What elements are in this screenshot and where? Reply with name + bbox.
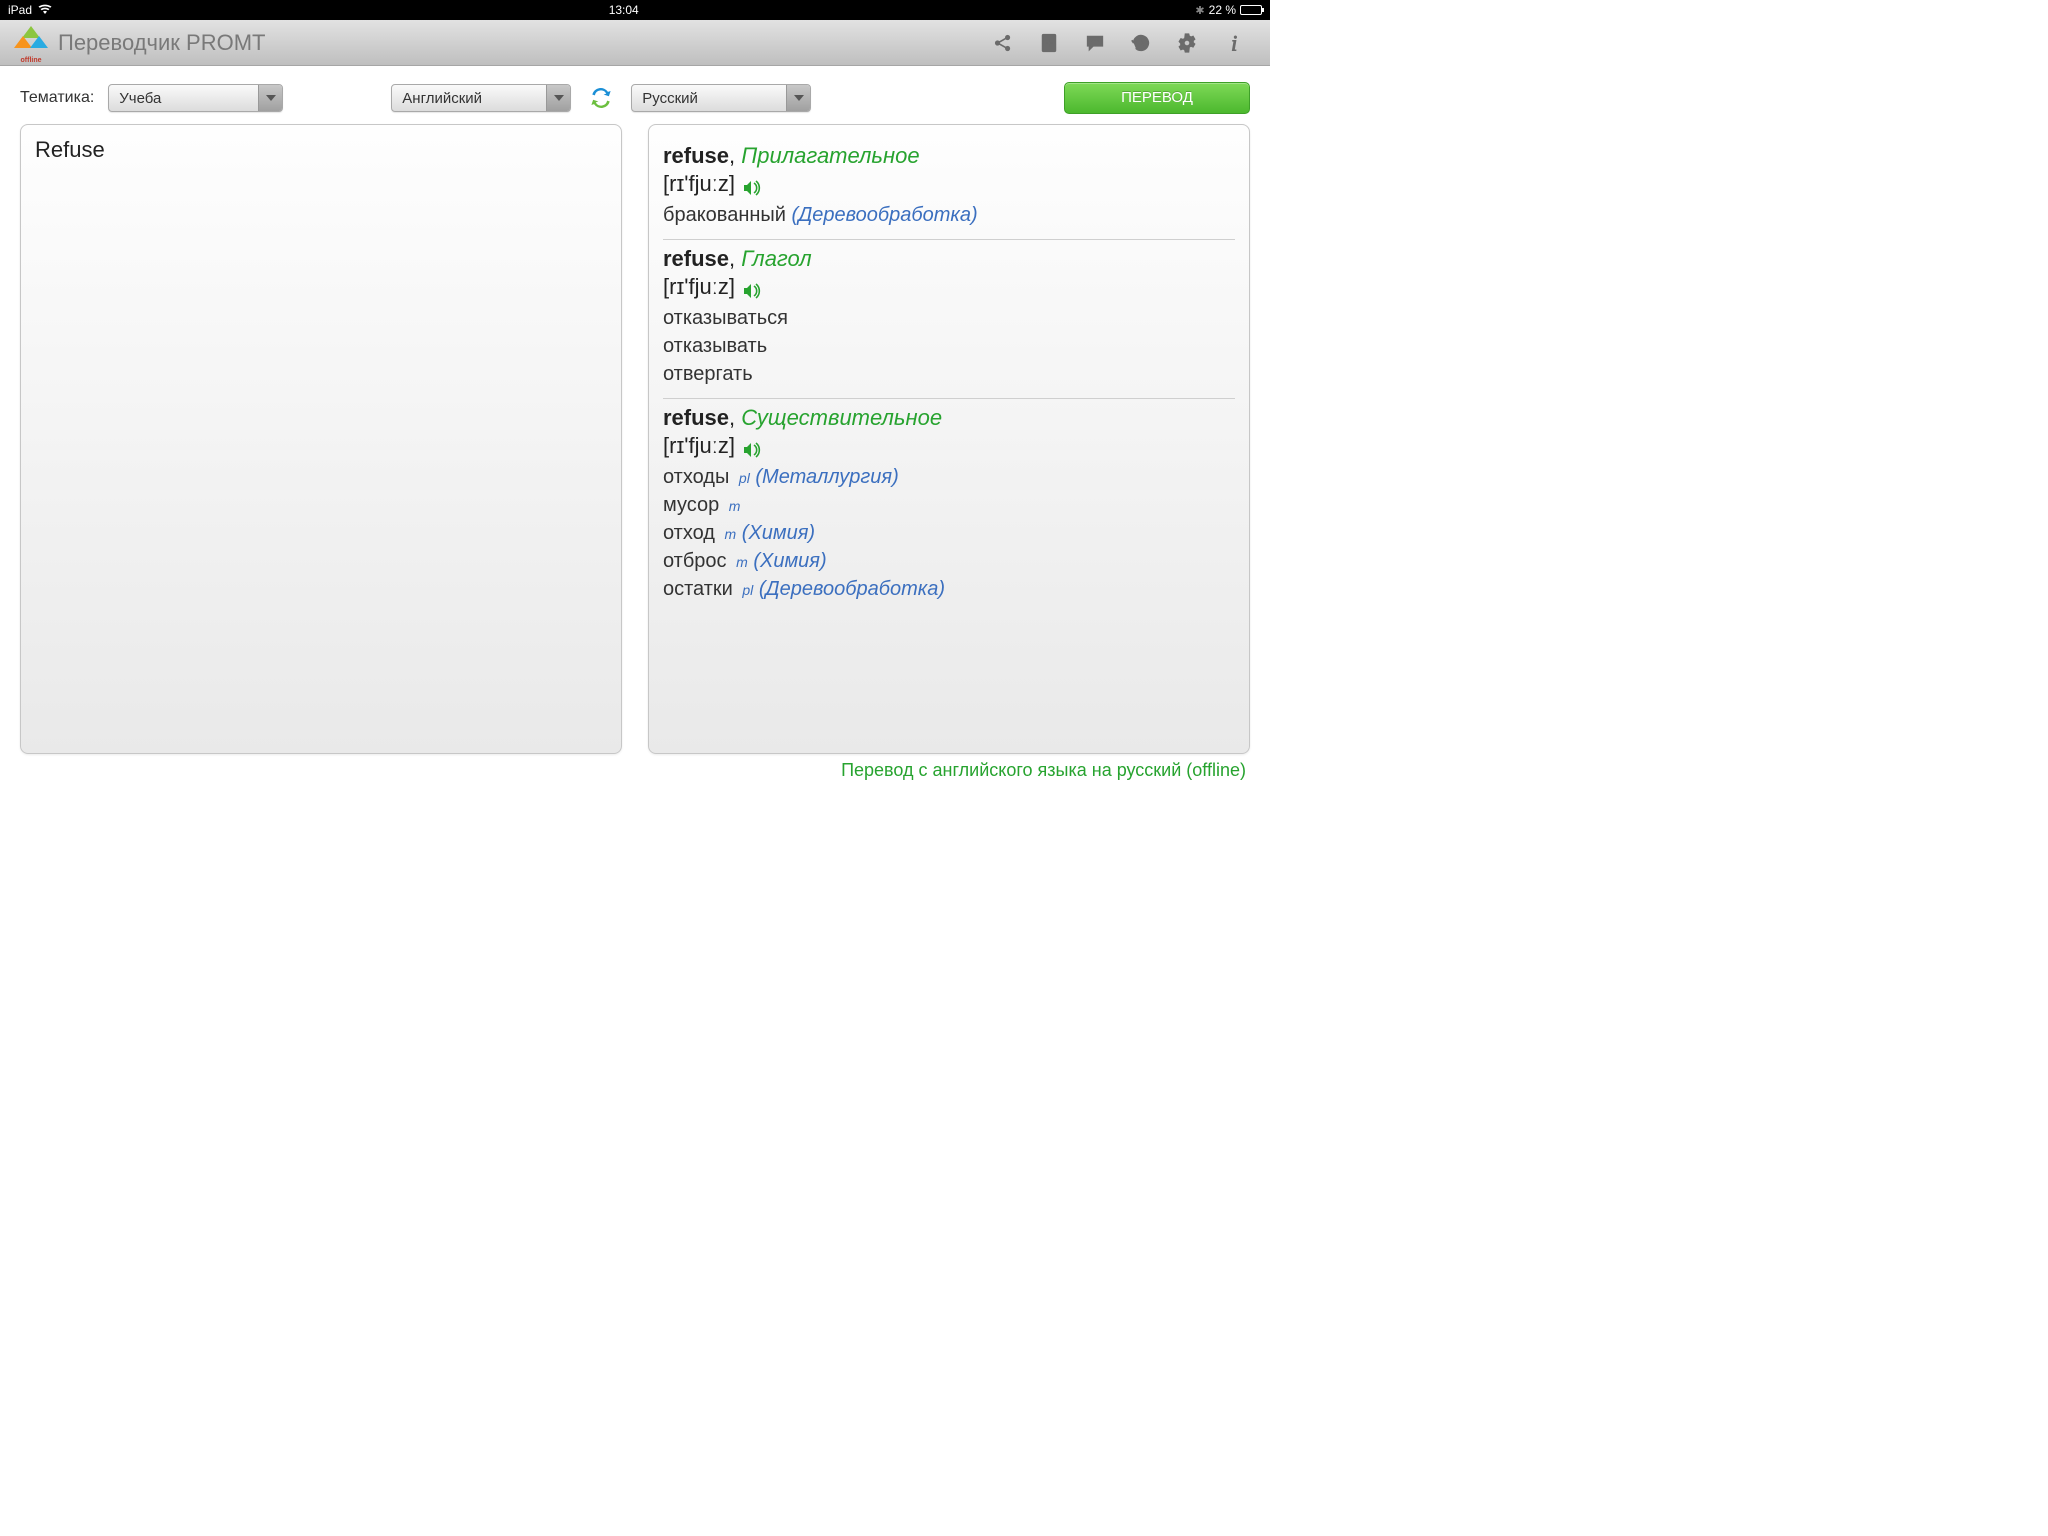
chat-button[interactable] (1072, 27, 1118, 59)
status-bar: iPad 13:04 22 % (0, 0, 1270, 20)
results-panel: refuse, Прилагательное[rɪ'fjuːz] бракова… (648, 124, 1250, 754)
settings-button[interactable] (1164, 27, 1210, 59)
clock: 13:04 (52, 3, 1195, 17)
entry-pronunciation: [rɪ'fjuːz] (663, 433, 1235, 459)
speaker-icon[interactable] (743, 176, 761, 192)
translation-note: Перевод с английского языка на русский (… (0, 754, 1270, 787)
grammar-tag: m (729, 498, 741, 514)
app-title: Переводчик PROMT (58, 30, 265, 56)
domain-tag: (Деревообработка) (792, 204, 978, 226)
meaning: отказываться (663, 304, 1235, 332)
entry-pronunciation: [rɪ'fjuːz] (663, 171, 1235, 197)
share-button[interactable] (980, 27, 1026, 59)
grammar-tag: pl (742, 582, 753, 598)
meaning: отход m (Химия) (663, 519, 1235, 547)
input-panel[interactable]: Refuse (20, 124, 622, 754)
dictionary-entry: refuse, Прилагательное[rɪ'fjuːz] бракова… (663, 137, 1235, 240)
dictionary-entry: refuse, Существительное[rɪ'fjuːz] отходы… (663, 399, 1235, 613)
app-logo: offline (14, 26, 48, 60)
topic-label: Тематика: (20, 89, 94, 107)
chevron-down-icon (258, 85, 282, 111)
chevron-down-icon (786, 85, 810, 111)
meaning: отброс m (Химия) (663, 547, 1235, 575)
meaning: отходы pl (Металлургия) (663, 463, 1235, 491)
dictionary-entry: refuse, Глагол[rɪ'fjuːz] отказываться отк… (663, 240, 1235, 399)
domain-tag: (Химия) (742, 522, 815, 544)
device-label: iPad (8, 3, 32, 17)
entry-word: refuse (663, 246, 729, 271)
meaning: мусор m (663, 491, 1235, 519)
entry-part-of-speech: Глагол (741, 246, 811, 271)
entry-part-of-speech: Существительное (741, 405, 942, 430)
domain-tag: (Металлургия) (755, 466, 898, 488)
domain-tag: (Химия) (753, 550, 826, 572)
speaker-icon[interactable] (743, 438, 761, 454)
ipa: [rɪ'fjuːz] (663, 433, 735, 459)
meaning-text: мусор (663, 494, 719, 516)
svg-text:i: i (1231, 32, 1237, 54)
entry-head: refuse, Прилагательное (663, 143, 1235, 169)
swap-languages-button[interactable] (585, 82, 617, 114)
meaning: отказывать (663, 332, 1235, 360)
wifi-icon (38, 3, 52, 18)
grammar-tag: m (725, 526, 737, 542)
add-document-button[interactable] (1026, 27, 1072, 59)
entry-word: refuse (663, 405, 729, 430)
controls-row: Тематика: Учеба Английский Русский ПЕРЕВ… (0, 66, 1270, 124)
source-language-dropdown[interactable]: Английский (391, 84, 571, 112)
grammar-tag: pl (739, 470, 750, 486)
meaning-text: отход (663, 522, 715, 544)
entry-head: refuse, Существительное (663, 405, 1235, 431)
meaning-text: отказывать (663, 335, 767, 357)
info-button[interactable]: i (1210, 27, 1256, 59)
topic-dropdown[interactable]: Учеба (108, 84, 283, 112)
meaning: отвергать (663, 360, 1235, 388)
bluetooth-icon (1195, 3, 1204, 17)
meaning: бракованный (Деревообработка) (663, 201, 1235, 229)
logo-badge: offline (14, 57, 48, 64)
panels: Refuse refuse, Прилагательное[rɪ'fjuːz] … (0, 124, 1270, 754)
meaning-text: отвергать (663, 363, 753, 385)
translate-button[interactable]: ПЕРЕВОД (1064, 82, 1250, 114)
target-language-value: Русский (632, 90, 786, 107)
ipa: [rɪ'fjuːz] (663, 274, 735, 300)
entry-pronunciation: [rɪ'fjuːz] (663, 274, 1235, 300)
entry-word: refuse (663, 143, 729, 168)
source-language-value: Английский (392, 90, 546, 107)
grammar-tag: m (736, 554, 748, 570)
app-header: offline Переводчик PROMT i (0, 20, 1270, 66)
meaning-text: бракованный (663, 204, 786, 226)
history-button[interactable] (1118, 27, 1164, 59)
meaning-text: отходы (663, 466, 729, 488)
input-text[interactable]: Refuse (35, 137, 607, 163)
meaning: остатки pl (Деревообработка) (663, 575, 1235, 603)
chevron-down-icon (546, 85, 570, 111)
battery-icon (1240, 5, 1262, 15)
domain-tag: (Деревообработка) (759, 578, 945, 600)
battery-text: 22 % (1209, 3, 1236, 17)
meaning-text: отказываться (663, 307, 788, 329)
target-language-dropdown[interactable]: Русский (631, 84, 811, 112)
ipa: [rɪ'fjuːz] (663, 171, 735, 197)
speaker-icon[interactable] (743, 279, 761, 295)
entry-part-of-speech: Прилагательное (741, 143, 919, 168)
topic-value: Учеба (109, 90, 258, 107)
meaning-text: отброс (663, 550, 727, 572)
entry-head: refuse, Глагол (663, 246, 1235, 272)
meaning-text: остатки (663, 578, 733, 600)
